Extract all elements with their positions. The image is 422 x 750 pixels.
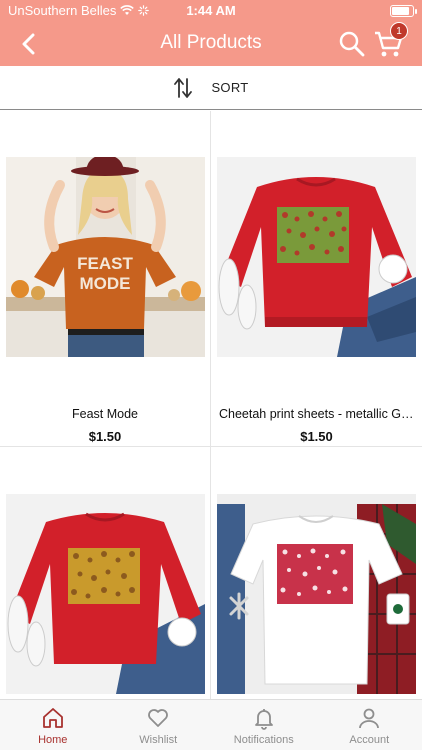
tab-label: Account [349, 734, 390, 746]
svg-text:MODE: MODE [80, 274, 131, 293]
sort-arrows-icon [174, 77, 193, 98]
product-image [6, 494, 205, 694]
tab-label: Wishlist [139, 734, 178, 746]
tab-label: Notifications [233, 734, 294, 746]
status-time: 1:44 AM [186, 3, 236, 18]
svg-text:FEAST: FEAST [77, 254, 133, 273]
battery-icon [390, 5, 417, 17]
product-price: $1.50 [88, 429, 122, 444]
product-card[interactable]: FEAST MODE Feast Mode $1.50 [0, 111, 211, 447]
sort-label: SORT [211, 80, 249, 95]
bottom-tab-bar: Home Wishlist Notifications Account [0, 699, 422, 750]
heart-icon [148, 709, 169, 727]
tab-notifications[interactable]: Notifications [211, 700, 317, 750]
product-card[interactable] [0, 447, 211, 699]
user-icon [359, 708, 380, 729]
product-price: $1.50 [300, 429, 333, 444]
product-image [217, 494, 416, 694]
tab-label: Home [38, 734, 68, 746]
search-button[interactable] [338, 30, 366, 58]
status-bar: UnSouthern Belles 1:44 AM [0, 0, 422, 22]
tab-wishlist[interactable]: Wishlist [106, 700, 212, 750]
tab-home[interactable]: Home [0, 700, 106, 750]
product-image: FEAST MODE [6, 157, 205, 357]
product-card[interactable] [211, 447, 422, 699]
tab-account[interactable]: Account [317, 700, 422, 750]
sort-button[interactable]: SORT [0, 66, 422, 110]
home-icon [42, 708, 63, 728]
product-grid: FEAST MODE Feast Mode $1.50 Cheetah prin… [0, 111, 422, 699]
product-card[interactable]: Cheetah print sheets - metallic Gold $1.… [211, 111, 422, 447]
product-name: Feast Mode [71, 407, 138, 421]
search-icon [339, 31, 365, 57]
cart-count-badge: 1 [390, 22, 408, 40]
navigation-bar: All Products 1 [0, 22, 422, 66]
header-bar: UnSouthern Belles 1:44 AM All Products 1 [0, 0, 422, 66]
product-image [217, 157, 416, 357]
bell-icon [254, 709, 273, 730]
product-name: Cheetah print sheets - metallic Gold [219, 407, 414, 421]
